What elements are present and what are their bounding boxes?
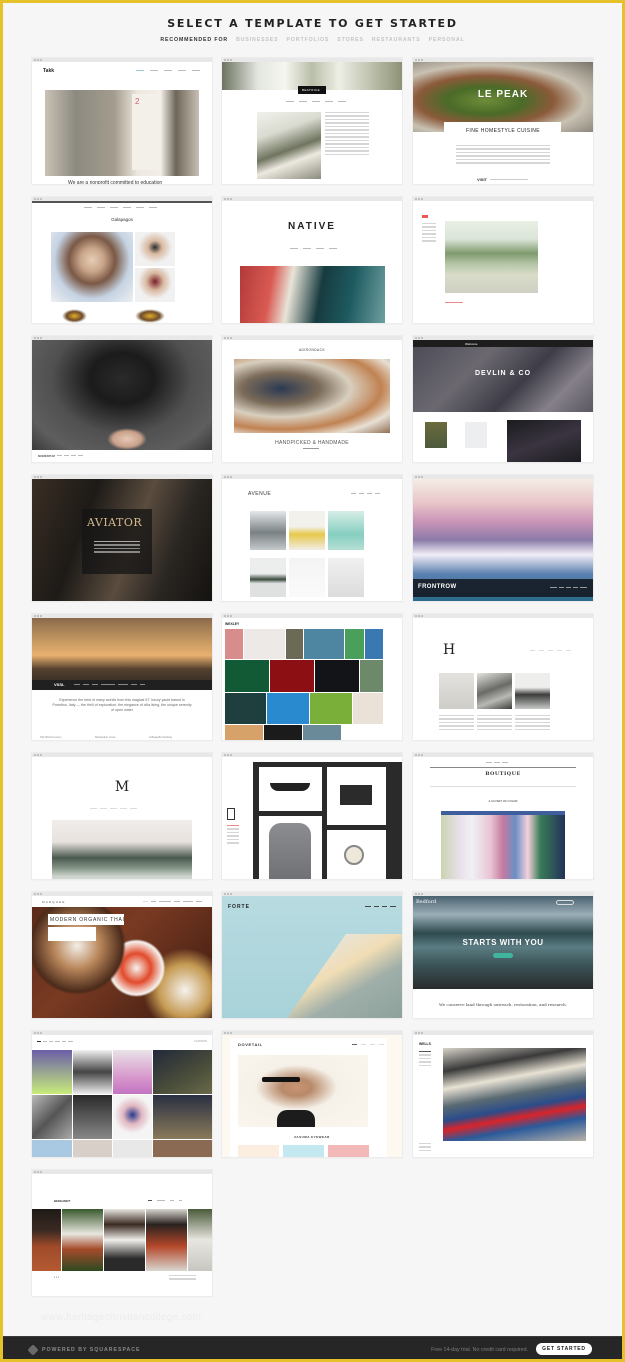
template-logo: BERGAMOT bbox=[54, 1199, 71, 1203]
template-body-text: Experience the best of many worlds from … bbox=[52, 698, 192, 712]
template-card-dovetail[interactable]: DOVETAIL VASUMA EYEWEAR bbox=[222, 1031, 402, 1157]
get-started-button[interactable]: GET STARTED bbox=[536, 1343, 592, 1355]
template-card-supply[interactable] bbox=[222, 753, 402, 879]
template-card-flatiron[interactable]: FLATIRON bbox=[32, 1031, 212, 1157]
filter-portfolios[interactable]: PORTFOLIOS bbox=[287, 37, 330, 43]
template-logo: AVENUE bbox=[248, 491, 272, 497]
template-logo: FRONTROW bbox=[418, 584, 457, 590]
template-hero-image bbox=[234, 359, 390, 433]
template-card-wells[interactable]: WELLS bbox=[413, 1031, 593, 1157]
template-logo: FLATIRON bbox=[194, 1040, 207, 1043]
template-logo: NATIVE bbox=[288, 221, 336, 232]
template-headline: We are a nonprofit committed to educatio… bbox=[68, 180, 163, 184]
template-hero-title: LE PEAK bbox=[477, 89, 529, 100]
template-card-marquee[interactable]: M bbox=[32, 753, 212, 879]
template-body-text: We conserve land through outreach, resto… bbox=[439, 1002, 567, 1007]
template-gallery-page: SELECT A TEMPLATE TO GET STARTED RECOMME… bbox=[3, 3, 622, 1359]
template-card-avenue[interactable]: AVENUE bbox=[222, 475, 402, 601]
footer-bar: POWERED BY SQUARESPACE Free 14-day trial… bbox=[3, 1336, 622, 1359]
template-card-galapagos[interactable]: Galapagos bbox=[32, 197, 212, 323]
template-card-hayward[interactable]: H bbox=[413, 614, 593, 740]
template-logo: DOVETAIL bbox=[238, 1042, 263, 1047]
template-card-bedford[interactable]: Bedford STARTS WITH YOU We conserve land… bbox=[413, 892, 593, 1018]
template-logo: ADIRONDACK bbox=[298, 348, 326, 352]
template-hero-image bbox=[441, 811, 565, 879]
template-logo: FORTE bbox=[228, 904, 250, 910]
template-logo: WEXLEY bbox=[225, 622, 240, 626]
template-hero-title: MODERN ORGANIC THAI bbox=[50, 917, 125, 923]
template-card-native[interactable]: NATIVE bbox=[222, 197, 402, 323]
template-hero-title: STARTS WITH YOU bbox=[462, 938, 544, 947]
template-hero-title: DEVLIN & CO bbox=[474, 370, 532, 377]
template-hero-title: AVIATOR bbox=[87, 516, 143, 529]
template-logo: Galapagos bbox=[111, 217, 133, 222]
template-hero-image bbox=[52, 820, 192, 879]
watermark-text: www.heritagechristiancollege.com bbox=[41, 1312, 202, 1323]
template-subtitle: HANDPICKED & HANDMADE bbox=[275, 440, 349, 446]
template-card-boutique[interactable]: BOUTIQUE A CLOSET OF COLOR bbox=[413, 753, 593, 879]
template-logo: BOUTIQUE bbox=[485, 771, 521, 777]
powered-by-label: POWERED BY SQUARESPACE bbox=[42, 1347, 141, 1353]
template-hero-image bbox=[445, 221, 538, 293]
template-card-forte[interactable]: FORTE bbox=[222, 892, 402, 1018]
filter-businesses[interactable]: BUSINESSES bbox=[236, 37, 278, 43]
filter-restaurants[interactable]: RESTAURANTS bbox=[372, 37, 421, 43]
template-card-marquee-thai[interactable]: MARQUEE MODERN ORGANIC THAI bbox=[32, 892, 212, 1018]
category-filters: RECOMMENDED FOR BUSINESSES PORTFOLIOS ST… bbox=[3, 37, 622, 43]
filter-personal[interactable]: PERSONAL bbox=[429, 37, 465, 43]
template-hero-image bbox=[240, 266, 385, 323]
template-card-adirondack[interactable]: ADIRONDACK HANDPICKED & HANDMADE bbox=[222, 336, 402, 462]
powered-by[interactable]: POWERED BY SQUARESPACE bbox=[27, 1344, 141, 1356]
template-logo-mark bbox=[227, 808, 235, 820]
template-logo: MOMENTUM bbox=[38, 454, 55, 458]
recommended-label: RECOMMENDED FOR bbox=[160, 37, 229, 43]
squarespace-logo-icon bbox=[27, 1344, 39, 1356]
template-logo: VSSL bbox=[54, 682, 65, 687]
template-card-aviator[interactable]: AVIATOR bbox=[32, 475, 212, 601]
template-subtitle: A CLOSET OF COLOR bbox=[488, 799, 518, 803]
template-subtitle: FINE HOMESTYLE CUISINE bbox=[465, 128, 541, 134]
template-card-le-peak[interactable]: LE PEAK FINE HOMESTYLE CUISINE VISIT bbox=[413, 58, 593, 184]
template-card-bergamot[interactable]: BERGAMOT ▪ ▪ ▪ bbox=[32, 1170, 212, 1296]
template-card-devlin[interactable]: Welcome DEVLIN & CO bbox=[413, 336, 593, 462]
template-nav bbox=[136, 70, 200, 72]
template-logo: MARQUEE bbox=[42, 900, 66, 904]
template-card-frontrow[interactable]: FRONTROW bbox=[413, 475, 593, 601]
template-logo: WELLS bbox=[419, 1042, 431, 1046]
page-title: SELECT A TEMPLATE TO GET STARTED bbox=[167, 17, 458, 30]
template-hero-image bbox=[32, 618, 212, 686]
page-header: SELECT A TEMPLATE TO GET STARTED RECOMME… bbox=[3, 17, 622, 43]
template-card-wexley[interactable]: WEXLEY bbox=[222, 614, 402, 740]
template-subtitle: VASUMA EYEWEAR bbox=[294, 1135, 330, 1139]
template-logo: Takk bbox=[43, 68, 55, 74]
template-card-hayden[interactable] bbox=[413, 197, 593, 323]
template-logo: M bbox=[114, 779, 130, 795]
template-card-takk[interactable]: Takk 2 We are a nonprofit committed to e… bbox=[32, 58, 212, 184]
trial-text: Free 14-day trial. No credit card requir… bbox=[431, 1347, 528, 1353]
template-card-bedford-flowers[interactable]: BEATRICE bbox=[222, 58, 402, 184]
filter-stores[interactable]: STORES bbox=[337, 37, 364, 43]
template-card-vssl[interactable]: VSSL Experience the best of many worlds … bbox=[32, 614, 212, 740]
template-logo: H bbox=[443, 642, 456, 658]
template-hero-image bbox=[45, 90, 199, 176]
template-logo: Bedford bbox=[416, 899, 437, 905]
template-card-momentum[interactable]: MOMENTUM bbox=[32, 336, 212, 462]
template-hero-image bbox=[443, 1048, 586, 1141]
